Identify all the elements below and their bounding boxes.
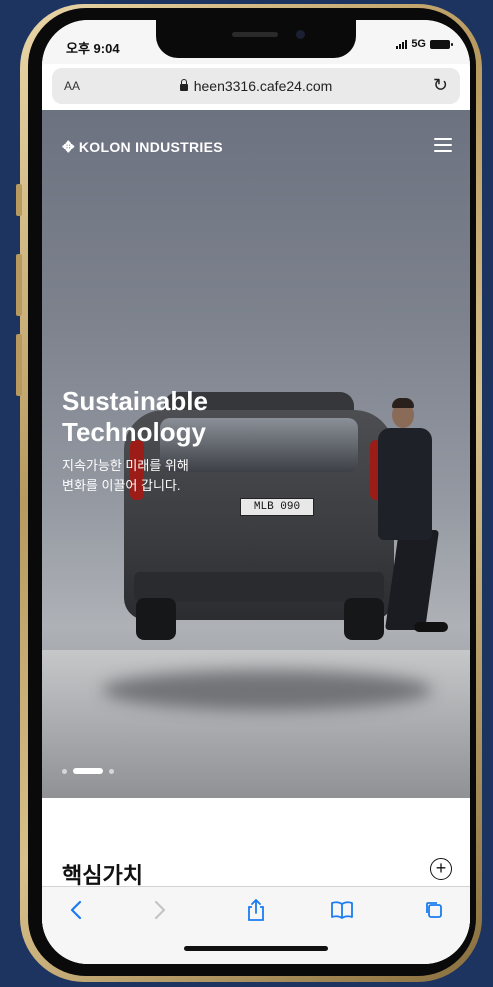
signal-icon <box>396 39 408 49</box>
url-field[interactable]: heen3316.cafe24.com <box>52 78 460 94</box>
address-bar[interactable]: AA heen3316.cafe24.com ↻ <box>52 68 460 104</box>
hero-copy: Sustainable Technology 지속가능한 미래를 위해 변화를 … <box>62 386 208 496</box>
hero-person-hair <box>392 398 414 408</box>
slider-dot[interactable] <box>109 768 114 774</box>
slider-dot[interactable] <box>62 768 67 774</box>
logo-text: KOLON INDUSTRIES <box>78 139 223 155</box>
site-logo[interactable]: ✥ KOLON INDUSTRIES <box>62 138 223 156</box>
network-label: 5G <box>411 38 426 50</box>
notch <box>156 20 356 58</box>
tabs-icon[interactable] <box>422 899 446 921</box>
status-right: 5G <box>396 38 453 50</box>
forward-icon[interactable] <box>148 899 172 921</box>
kolon-logo-icon: ✥ <box>62 139 75 156</box>
hero-person-shoe <box>414 622 448 632</box>
slider-pagination[interactable] <box>62 768 114 774</box>
phone-screen: 오후 9:04 5G AA heen3316.cafe24.com ↻ MLB … <box>42 20 470 964</box>
battery-icon <box>430 39 453 49</box>
hero-license-plate: MLB 090 <box>240 498 314 516</box>
hero-subtitle: 지속가능한 미래를 위해 변화를 이끌어 갑니다. <box>62 458 189 493</box>
slider-dot-active[interactable] <box>73 768 103 774</box>
volume-up-button <box>16 254 22 316</box>
home-indicator[interactable] <box>184 946 328 951</box>
status-time: 오후 9:04 <box>66 41 120 56</box>
lock-icon <box>179 79 188 91</box>
hero-car-shadow <box>102 670 432 710</box>
browser-toolbar <box>42 886 470 964</box>
bookmarks-icon[interactable] <box>330 899 354 921</box>
site-header: ✥ KOLON INDUSTRIES <box>42 110 470 166</box>
back-icon[interactable] <box>64 899 88 921</box>
expand-plus-icon[interactable]: + <box>430 858 452 880</box>
hero-car-wheel <box>344 598 384 640</box>
mute-switch <box>16 184 22 216</box>
url-text: heen3316.cafe24.com <box>193 78 333 94</box>
share-icon[interactable] <box>244 899 268 921</box>
hero-title: Sustainable Technology <box>62 386 208 447</box>
front-camera <box>296 30 305 39</box>
speaker <box>232 32 278 37</box>
hamburger-menu-icon[interactable] <box>434 138 452 152</box>
reload-icon[interactable]: ↻ <box>433 75 448 96</box>
hero-car-wheel <box>136 598 176 640</box>
volume-down-button <box>16 334 22 396</box>
hero-person <box>378 428 432 540</box>
hero-banner[interactable]: MLB 090 Sustainable Technology 지속가능한 미래를… <box>42 110 470 798</box>
hero-car-bumper <box>134 572 384 602</box>
